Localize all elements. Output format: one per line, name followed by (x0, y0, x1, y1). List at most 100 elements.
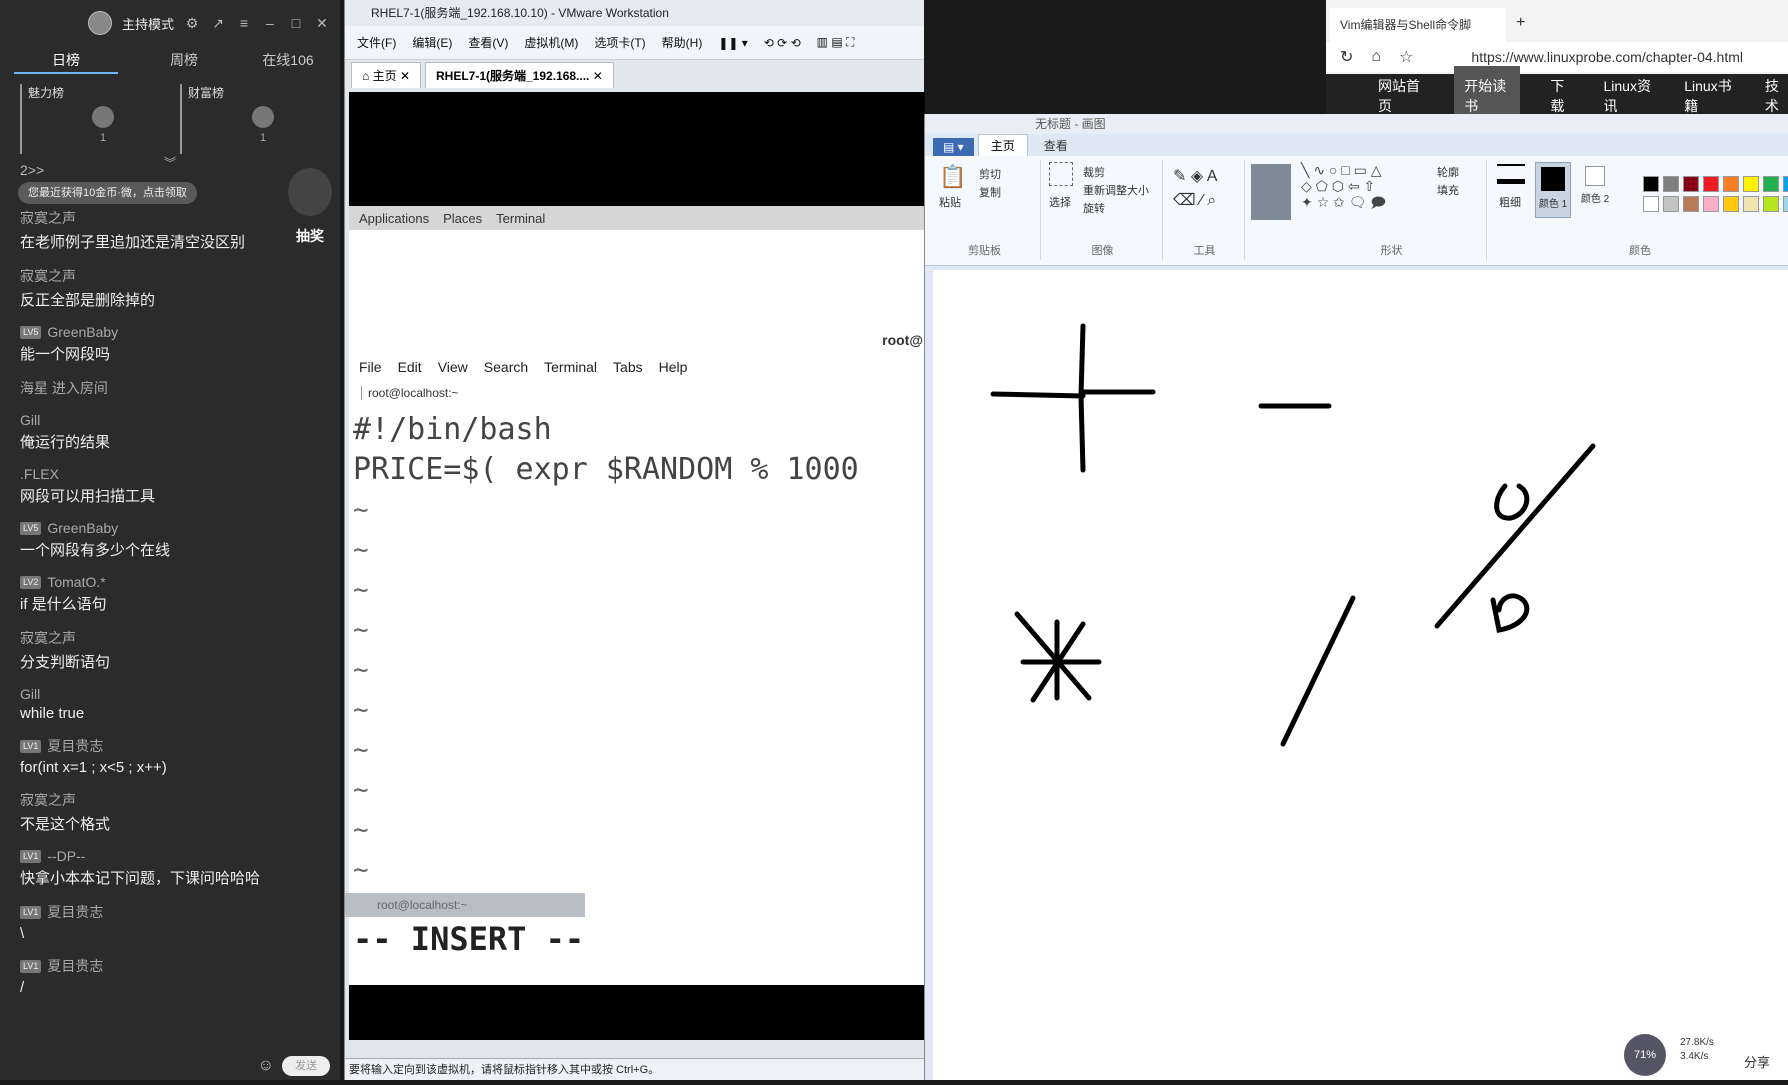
chat-username[interactable]: LV1 夏目贵志 (20, 902, 320, 922)
rotate-button[interactable]: 旋转 (1083, 200, 1105, 216)
palette-swatch[interactable] (1783, 176, 1788, 192)
browser-tab[interactable]: Vim编辑器与Shell命令脚 (1330, 8, 1506, 42)
term-menu-help[interactable]: Help (659, 359, 688, 375)
share-icon[interactable]: ↗ (210, 15, 226, 31)
chat-username[interactable]: 寂寞之声 (20, 790, 320, 810)
accelerator-ball[interactable]: 71% (1624, 1034, 1666, 1076)
term-menu-edit[interactable]: Edit (398, 359, 422, 375)
paint-tab-home[interactable]: 主页 (977, 134, 1028, 156)
tab-online[interactable]: 在线106 (236, 46, 340, 74)
palette-swatch[interactable] (1703, 176, 1719, 192)
guest-taskbar-item[interactable]: root@localhost:~ (345, 893, 585, 917)
nav-download[interactable]: 下载 (1550, 76, 1573, 116)
chat-username[interactable]: 海星 进入房间 (20, 378, 320, 398)
menu-help[interactable]: 帮助(H) (662, 34, 703, 51)
menu-icon[interactable]: ≡ (236, 15, 252, 31)
chat-username[interactable]: 寂寞之声 (20, 266, 320, 286)
chat-username[interactable]: .FLEX (20, 466, 320, 482)
palette-swatch[interactable] (1723, 176, 1739, 192)
crop-button[interactable]: 裁剪 (1083, 164, 1105, 180)
nav-home[interactable]: 网站首页 (1378, 76, 1424, 116)
star-icon[interactable]: ☆ (1399, 47, 1413, 67)
send-button[interactable]: 发送 (282, 1056, 330, 1076)
color2-button[interactable]: 颜色 2 (1577, 162, 1613, 218)
menu-view[interactable]: 查看(V) (468, 34, 508, 51)
palette-swatch[interactable] (1723, 196, 1739, 212)
applications-menu[interactable]: Applications (359, 211, 429, 226)
menu-edit[interactable]: 编辑(E) (412, 34, 452, 51)
palette-swatch[interactable] (1763, 196, 1779, 212)
terminal-window[interactable]: root@ File Edit View Search Terminal Tab… (349, 230, 925, 985)
chat-username[interactable]: LV1 夏目贵志 (20, 736, 320, 756)
lottery-button[interactable]: 抽奖 (288, 168, 332, 243)
places-menu[interactable]: Places (443, 211, 482, 226)
snapshot-icon[interactable]: ⟲ ⟳ ⟲ (764, 36, 801, 50)
wealth-rank-card[interactable]: 财富榜 1 (180, 84, 320, 154)
nav-news[interactable]: Linux资讯 (1604, 76, 1655, 116)
menu-vm[interactable]: 虚拟机(M) (524, 34, 578, 51)
nav-tech[interactable]: 技术 (1765, 76, 1788, 116)
menu-file[interactable]: 文件(F) (357, 34, 396, 51)
palette-swatch[interactable] (1743, 176, 1759, 192)
fill-button[interactable]: 填充 (1437, 182, 1459, 198)
maximize-icon[interactable]: □ (288, 15, 304, 31)
paint-canvas[interactable] (933, 270, 1788, 1080)
tab-home[interactable]: ⌂ 主页 ✕ (351, 62, 421, 88)
menu-tabs[interactable]: 选项卡(T) (594, 34, 645, 51)
chat-username[interactable]: Gill (20, 412, 320, 428)
share-label[interactable]: 分享 (1744, 1052, 1770, 1071)
palette-swatch[interactable] (1703, 196, 1719, 212)
nav-books[interactable]: Linux书籍 (1684, 76, 1735, 116)
home-icon[interactable]: ⌂ (1371, 48, 1381, 66)
palette-swatch[interactable] (1643, 196, 1659, 212)
chat-username[interactable]: 寂寞之声 (20, 628, 320, 648)
eraser-icon[interactable]: ⌫ ⁄ ⌕ (1173, 190, 1216, 210)
paste-icon[interactable]: 📋 (939, 164, 966, 190)
chat-username[interactable]: LV5 GreenBaby (20, 520, 320, 536)
palette-swatch[interactable] (1643, 176, 1659, 192)
term-menu-tabs[interactable]: Tabs (613, 359, 643, 375)
chat-username[interactable]: LV5 GreenBaby (20, 324, 320, 340)
reload-icon[interactable]: ↻ (1340, 47, 1353, 67)
chat-username[interactable]: LV2 TomatO.* (20, 574, 320, 590)
terminal-tab[interactable]: root@localhost:~ (361, 386, 459, 400)
shapes-gallery-icon[interactable]: ╲ ∿ ○ □ ▭ △ ◇ ⬠ ⬡ ⇦ ⇧ ✦ ☆ ✩ 🗨 🗩 (1301, 162, 1386, 210)
reward-pill[interactable]: 您最近获得10金币·微，点击领取 (18, 182, 197, 204)
palette-swatch[interactable] (1763, 176, 1779, 192)
tab-vm[interactable]: RHEL7-1(服务端_192.168.... ✕ (425, 62, 614, 88)
brushes-icon[interactable] (1251, 164, 1291, 220)
view-mode-icon[interactable]: ▥ ▤ ⛶ (817, 35, 855, 50)
palette-swatch[interactable] (1663, 176, 1679, 192)
paint-file-menu[interactable]: ▤ ▾ (933, 138, 974, 156)
close-icon[interactable]: ✕ (314, 15, 330, 31)
color1-button[interactable]: 颜色 1 (1535, 162, 1571, 218)
chat-username[interactable]: Gill (20, 686, 320, 702)
term-menu-terminal[interactable]: Terminal (544, 359, 597, 375)
terminal-menu[interactable]: Terminal (496, 211, 545, 226)
term-menu-search[interactable]: Search (484, 359, 528, 375)
palette-swatch[interactable] (1683, 176, 1699, 192)
outline-button[interactable]: 轮廓 (1437, 164, 1459, 180)
palette-swatch[interactable] (1783, 196, 1788, 212)
chat-username[interactable]: LV1 --DP-- (20, 848, 320, 864)
select-icon[interactable] (1049, 162, 1073, 186)
new-tab-icon[interactable]: + (1516, 14, 1525, 32)
pause-icon[interactable]: ❚❚ ▾ (718, 36, 747, 50)
chat-username[interactable]: LV1 夏目贵志 (20, 956, 320, 976)
paint-tab-view[interactable]: 查看 (1032, 135, 1080, 156)
resize-button[interactable]: 重新调整大小 (1083, 182, 1149, 198)
term-menu-view[interactable]: View (438, 359, 468, 375)
address-bar[interactable]: https://www.linuxprobe.com/chapter-04.ht… (1471, 49, 1743, 65)
paste-button[interactable]: 粘贴 (939, 194, 961, 210)
emoji-icon[interactable]: ☺ (258, 1057, 274, 1075)
palette-swatch[interactable] (1743, 196, 1759, 212)
minimize-icon[interactable]: – (262, 15, 278, 31)
chat-username[interactable]: 寂寞之声 (20, 208, 320, 228)
host-avatar[interactable] (87, 11, 112, 35)
cut-button[interactable]: 剪切 (979, 166, 1001, 182)
tab-daily[interactable]: 日榜 (14, 46, 118, 74)
pencil-icon[interactable]: ✎ ◈ A (1173, 166, 1217, 186)
copy-button[interactable]: 复制 (979, 184, 1001, 200)
size-button[interactable]: 粗细 (1499, 194, 1521, 210)
tab-weekly[interactable]: 周榜 (132, 46, 236, 74)
